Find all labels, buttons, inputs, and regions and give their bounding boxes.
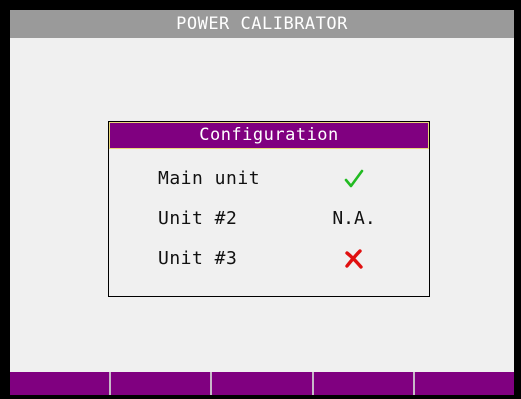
- row-status: [319, 164, 389, 194]
- instrument-screen: POWER CALIBRATOR Configuration Main unit…: [0, 0, 521, 399]
- title-bar: POWER CALIBRATOR: [10, 10, 514, 38]
- red-x-icon: [345, 249, 363, 269]
- dialog-title: Configuration: [199, 125, 339, 145]
- row-label: Unit #3: [158, 248, 238, 269]
- softkey-4[interactable]: [313, 372, 415, 395]
- dialog-header: Configuration: [109, 122, 429, 149]
- softkey-1[interactable]: [10, 372, 112, 395]
- row-main-unit: Main unit: [109, 164, 429, 194]
- softkey-5[interactable]: [414, 372, 514, 395]
- status-text: N.A.: [332, 208, 376, 229]
- lcd-display: POWER CALIBRATOR Configuration Main unit…: [10, 10, 514, 395]
- green-checkmark-icon: [344, 169, 364, 188]
- row-status: [319, 244, 389, 274]
- row-unit-2: Unit #2 N.A.: [109, 204, 429, 234]
- row-label: Main unit: [158, 168, 261, 189]
- row-status: N.A.: [319, 204, 389, 234]
- row-label: Unit #2: [158, 208, 238, 229]
- softkey-2[interactable]: [111, 372, 213, 395]
- app-title: POWER CALIBRATOR: [176, 14, 348, 34]
- softkey-3[interactable]: [212, 372, 314, 395]
- row-unit-3: Unit #3: [109, 244, 429, 274]
- softkey-bar: [10, 372, 514, 395]
- configuration-dialog: Configuration Main unit Unit #2 N.A. Uni…: [108, 121, 430, 297]
